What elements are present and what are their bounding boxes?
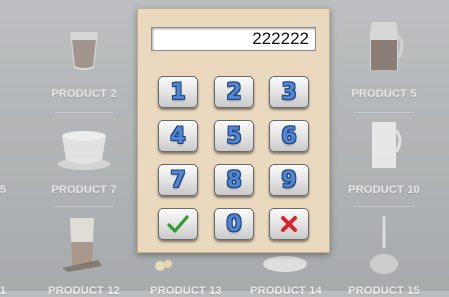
digit-label: 9 xyxy=(281,168,297,193)
vanilla-flower-icon xyxy=(155,260,172,271)
digit-label: 8 xyxy=(226,168,242,193)
tile-divider xyxy=(354,206,414,207)
product-tile-5[interactable]: PRODUCT 5 xyxy=(336,12,432,113)
digit-label: 5 xyxy=(226,124,242,149)
product-label: PRODUCT 10 xyxy=(348,184,420,196)
product-tile-12[interactable]: PRODUCT 12 xyxy=(36,210,132,297)
product-label: PRODUCT 13 xyxy=(150,285,222,297)
product-label: PRODUCT 15 xyxy=(348,285,420,297)
digit-label: 6 xyxy=(281,124,297,149)
cup-icon xyxy=(263,256,307,272)
product-tile-13[interactable]: PRODUCT 13 xyxy=(136,254,236,297)
coffee-pot-icon xyxy=(370,22,404,70)
glass-cup-icon xyxy=(70,32,98,70)
digit-label: 2 xyxy=(226,80,242,105)
key-3[interactable]: 3 xyxy=(269,76,309,108)
pin-display-field[interactable]: 222222 xyxy=(151,27,316,51)
confirm-button[interactable] xyxy=(158,208,198,240)
key-8[interactable]: 8 xyxy=(214,164,254,196)
key-1[interactable]: 1 xyxy=(158,76,198,108)
product-label: PRODUCT 2 xyxy=(51,88,117,100)
check-icon xyxy=(167,215,189,233)
cappuccino-cup-icon xyxy=(58,131,110,170)
digit-label: 4 xyxy=(170,124,186,149)
digit-label: 7 xyxy=(170,168,186,193)
product-label: PRODUCT 14 xyxy=(250,285,322,297)
digit-label: 1 xyxy=(170,80,186,105)
digit-label: 0 xyxy=(226,212,242,237)
key-2[interactable]: 2 xyxy=(214,76,254,108)
key-4[interactable]: 4 xyxy=(158,120,198,152)
product-label: PRODUCT 5 xyxy=(351,88,417,100)
tile-divider xyxy=(54,206,114,207)
product-tile-14[interactable]: PRODUCT 14 xyxy=(236,254,336,297)
hot-water-icon xyxy=(370,216,398,274)
key-9[interactable]: 9 xyxy=(269,164,309,196)
cancel-button[interactable] xyxy=(269,208,309,240)
product-tile-2[interactable]: PRODUCT 2 xyxy=(36,12,132,113)
latte-glass-icon xyxy=(62,218,102,272)
pin-keypad-dialog: 222222 1 2 3 4 5 6 7 8 9 0 xyxy=(137,8,330,253)
product-label: PRODUCT 7 xyxy=(51,184,117,196)
key-6[interactable]: 6 xyxy=(269,120,309,152)
x-icon xyxy=(281,216,297,232)
product-tile-7[interactable]: PRODUCT 7 xyxy=(36,112,132,207)
milk-jug-icon xyxy=(372,122,402,168)
digit-label: 3 xyxy=(281,80,297,105)
key-5[interactable]: 5 xyxy=(214,120,254,152)
product-label: PRODUCT 12 xyxy=(48,285,120,297)
product-tile-15[interactable]: PRODUCT 15 xyxy=(336,210,432,297)
product-tile-10[interactable]: PRODUCT 10 xyxy=(336,112,432,207)
key-0[interactable]: 0 xyxy=(214,208,254,240)
key-7[interactable]: 7 xyxy=(158,164,198,196)
